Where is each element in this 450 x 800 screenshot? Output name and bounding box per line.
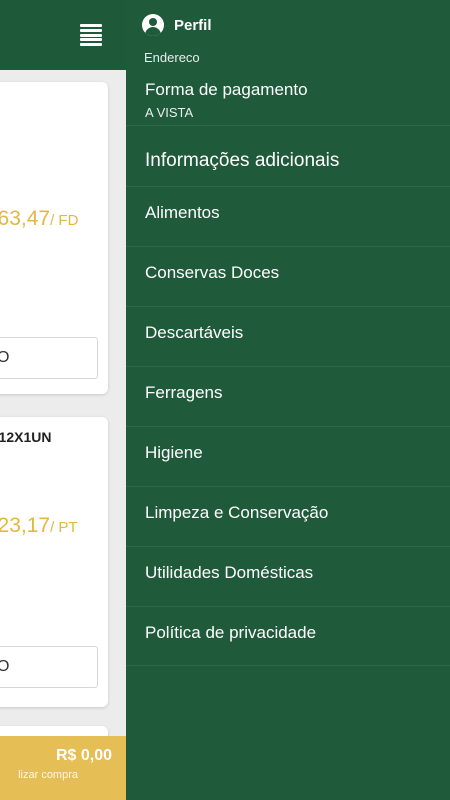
app-header (0, 0, 126, 70)
payment-value: A VISTA (145, 105, 194, 120)
product-card[interactable]: $ 63,47/ FD O (0, 82, 108, 394)
menu-item-privacidade[interactable]: Política de privacidade (126, 606, 450, 666)
address-link[interactable]: Endereco (144, 50, 200, 65)
payment-method[interactable]: Forma de pagamento A VISTA (126, 70, 450, 126)
menu-item-utilidades[interactable]: Utilidades Domésticas (126, 546, 450, 606)
menu-item-higiene[interactable]: Higiene (126, 426, 450, 486)
user-circle-icon (142, 14, 164, 36)
category-menu: Alimentos Conservas Doces Descartáveis F… (126, 186, 450, 666)
price-unit: / FD (50, 212, 79, 229)
quantity-field[interactable]: O (0, 646, 98, 688)
profile-label: Perfil (174, 16, 212, 34)
menu-item-ferragens[interactable]: Ferragens (126, 366, 450, 426)
payment-title: Forma de pagamento (145, 80, 308, 99)
menu-item-label: Utilidades Domésticas (145, 563, 314, 582)
profile-link[interactable]: Perfil (142, 14, 212, 36)
cart-footer[interactable]: R$ 0,00 lizar compra (0, 736, 126, 800)
price-unit: / PT (50, 519, 78, 536)
hamburger-icon[interactable] (80, 24, 102, 46)
menu-item-label: Ferragens (145, 383, 223, 402)
product-card[interactable]: - 12X1UN $ 23,17/ PT O (0, 417, 108, 707)
menu-item-label: Higiene (145, 443, 203, 462)
cart-hint: lizar compra (18, 769, 78, 781)
section-title-info: Informações adicionais (145, 150, 340, 171)
quantity-field[interactable]: O (0, 337, 98, 379)
navigation-drawer: Perfil Endereco Forma de pagamento A VIS… (126, 0, 450, 800)
menu-item-label: Alimentos (145, 203, 220, 222)
menu-item-label: Limpeza e Conservação (145, 503, 329, 522)
cart-total: R$ 0,00 (55, 747, 112, 764)
menu-item-descartaveis[interactable]: Descartáveis (126, 306, 450, 366)
menu-item-label: Conservas Doces (145, 263, 280, 282)
menu-item-conservas-doces[interactable]: Conservas Doces (126, 246, 450, 306)
product-price: $ 63,47/ FD (0, 207, 79, 230)
menu-item-alimentos[interactable]: Alimentos (126, 186, 450, 246)
menu-item-limpeza[interactable]: Limpeza e Conservação (126, 486, 450, 546)
menu-item-label: Política de privacidade (145, 623, 317, 642)
product-name: - 12X1UN (0, 429, 52, 445)
product-price: $ 23,17/ PT (0, 514, 78, 537)
product-list-screen: $ 63,47/ FD O - 12X1UN $ 23,17/ PT O R$ … (0, 0, 126, 800)
menu-item-label: Descartáveis (145, 323, 244, 342)
